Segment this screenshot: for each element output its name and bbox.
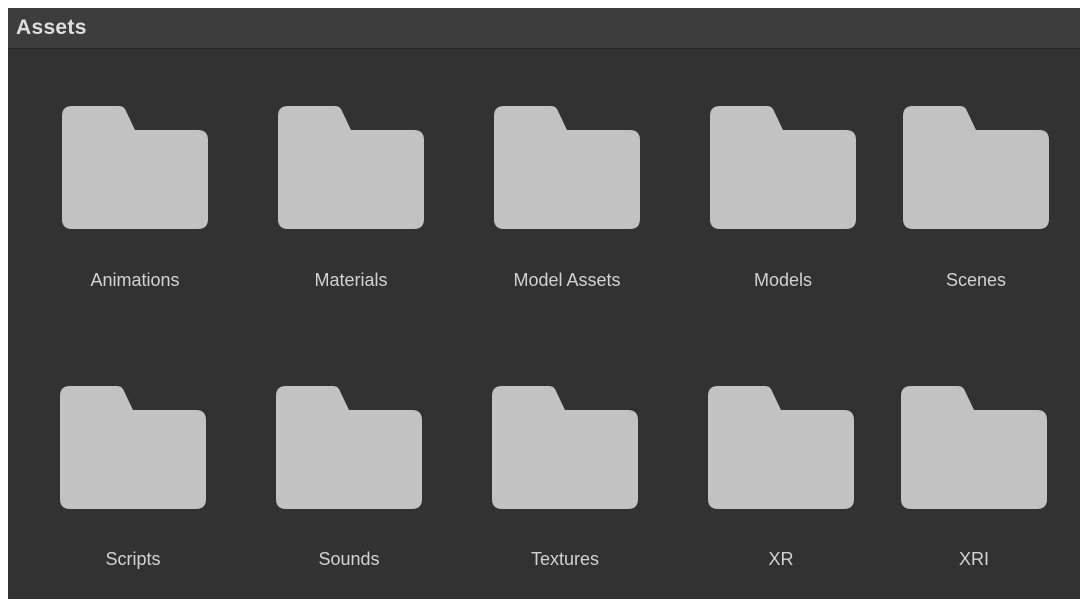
folder-label: Models [753,270,813,290]
folder-grid: Animations Materials Model Assets Models… [8,49,1080,599]
folder-label: Materials [314,270,388,290]
folder-icon [494,106,640,229]
folder-icon [276,386,422,509]
folder-tile[interactable]: Scenes [876,106,1076,326]
folder-label: XRI [958,549,989,569]
folder-label: Model Assets [513,270,621,290]
folder-tile[interactable]: Model Assets [467,106,667,326]
folder-label: Scripts [105,549,161,569]
folder-tile[interactable]: Animations [35,106,235,326]
panel-title: Assets [16,16,87,39]
folder-label: Sounds [318,549,380,569]
folder-label: Textures [530,549,600,569]
folder-label: Scenes [945,270,1007,290]
project-assets-panel: Assets Animations Materials Model Assets [8,8,1080,599]
folder-icon [901,386,1047,509]
folder-icon [903,106,1049,229]
folder-label: Animations [90,270,180,290]
folder-icon [278,106,424,229]
folder-tile[interactable]: Materials [251,106,451,326]
folder-label: XR [768,549,794,569]
folder-tile[interactable]: Sounds [249,386,449,599]
folder-tile[interactable]: Textures [465,386,665,599]
folder-icon [710,106,856,229]
folder-icon [60,386,206,509]
folder-icon [62,106,208,229]
folder-tile[interactable]: Models [683,106,883,326]
folder-icon [492,386,638,509]
folder-icon [708,386,854,509]
folder-tile[interactable]: XR [681,386,881,599]
panel-header: Assets [8,8,1080,49]
folder-tile[interactable]: XRI [874,386,1074,599]
folder-tile[interactable]: Scripts [33,386,233,599]
